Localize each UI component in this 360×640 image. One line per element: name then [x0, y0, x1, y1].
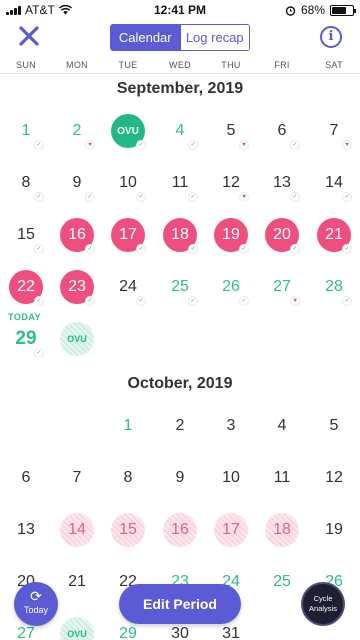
check-icon: ✓: [86, 193, 94, 201]
day-cell[interactable]: 17: [214, 513, 248, 547]
day-cell[interactable]: 9: [163, 461, 197, 495]
weekday-wed: WED: [169, 60, 191, 70]
day-cell[interactable]: 11: [265, 461, 299, 495]
today-button-label: Today: [23, 605, 49, 615]
battery-percent: 68%: [300, 3, 325, 17]
check-icon: ✓: [291, 245, 299, 253]
view-switcher: Calendar Log recap: [110, 24, 250, 51]
day-cell[interactable]: 15: [111, 513, 145, 547]
header: Calendar Log recap i: [0, 20, 360, 56]
check-icon: ✓: [137, 245, 145, 253]
day-cell[interactable]: 2: [163, 409, 197, 443]
check-icon: ✓: [240, 297, 248, 305]
weekday-tue: TUE: [118, 60, 138, 70]
check-icon: ✓: [137, 297, 145, 305]
heart-icon: ♥: [343, 141, 351, 149]
heart-icon: ♥: [86, 141, 94, 149]
day-cell[interactable]: 10: [214, 461, 248, 495]
day-cell[interactable]: 8: [111, 461, 145, 495]
edit-period-button[interactable]: Edit Period: [119, 584, 241, 624]
check-icon: ✓: [137, 141, 145, 149]
day-cell[interactable]: 14: [60, 513, 94, 547]
month-title: September, 2019: [116, 80, 244, 97]
check-icon: ✓: [86, 245, 94, 253]
day-cell[interactable]: 7: [60, 461, 94, 495]
check-icon: ✓: [35, 297, 43, 305]
ovulation-day-cell[interactable]: OVU: [60, 617, 94, 640]
check-icon: ✓: [240, 245, 248, 253]
day-cell[interactable]: 13: [9, 513, 43, 547]
check-icon: ✓: [137, 193, 145, 201]
weekday-mon: MON: [66, 60, 88, 70]
check-icon: ✓: [343, 297, 351, 305]
check-icon: ✓: [86, 297, 94, 305]
check-icon: ✓: [189, 245, 197, 253]
heart-icon: ♥: [291, 297, 299, 305]
weekday-header: SUN MON TUE WED THU FRI SAT: [0, 58, 360, 74]
day-cell[interactable]: 16: [163, 513, 197, 547]
check-icon: ✓: [189, 297, 197, 305]
check-icon: ✓: [35, 245, 43, 253]
check-icon: ✓: [35, 349, 43, 357]
check-icon: ✓: [291, 193, 299, 201]
day-cell[interactable]: 21: [60, 565, 94, 599]
tab-log-recap[interactable]: Log recap: [179, 25, 249, 50]
status-bar: AT&T 12:41 PM 68%: [0, 0, 360, 20]
close-icon[interactable]: [18, 25, 40, 47]
day-cell[interactable]: 25: [265, 565, 299, 599]
alarm-icon: [285, 5, 296, 16]
check-icon: ✓: [35, 193, 43, 201]
today-button[interactable]: ⟳ Today: [14, 582, 58, 626]
cycle-analysis-button[interactable]: Cycle Analysis: [303, 584, 343, 624]
battery-icon: [330, 4, 356, 16]
day-cell[interactable]: 1: [111, 409, 145, 443]
today-label: TODAY: [8, 312, 42, 322]
weekday-fri: FRI: [274, 60, 290, 70]
weekday-sat: SAT: [325, 60, 343, 70]
day-cell[interactable]: 12: [317, 461, 351, 495]
status-right: 68%: [285, 3, 356, 17]
day-cell[interactable]: 5: [317, 409, 351, 443]
day-cell[interactable]: 6: [9, 461, 43, 495]
day-cell[interactable]: 3: [214, 409, 248, 443]
tab-calendar[interactable]: Calendar: [111, 25, 180, 50]
heart-icon: ♥: [240, 141, 248, 149]
day-cell[interactable]: 4: [265, 409, 299, 443]
day-cell[interactable]: 18: [265, 513, 299, 547]
heart-icon: ♥: [240, 193, 248, 201]
day-cell[interactable]: 19: [317, 513, 351, 547]
ovulation-day-cell[interactable]: OVU: [60, 322, 94, 356]
cycle-analysis-label: Cycle Analysis: [309, 594, 337, 613]
check-icon: ✓: [35, 141, 43, 149]
check-icon: ✓: [343, 245, 351, 253]
info-icon[interactable]: i: [320, 26, 342, 48]
check-icon: ✓: [189, 193, 197, 201]
check-icon: ✓: [343, 193, 351, 201]
check-icon: ✓: [189, 141, 197, 149]
weekday-sun: SUN: [16, 60, 36, 70]
refresh-icon: ⟳: [30, 588, 42, 604]
check-icon: ✓: [291, 141, 299, 149]
month-title: October, 2019: [127, 375, 233, 392]
weekday-thu: THU: [221, 60, 241, 70]
battery-level: [332, 6, 346, 14]
